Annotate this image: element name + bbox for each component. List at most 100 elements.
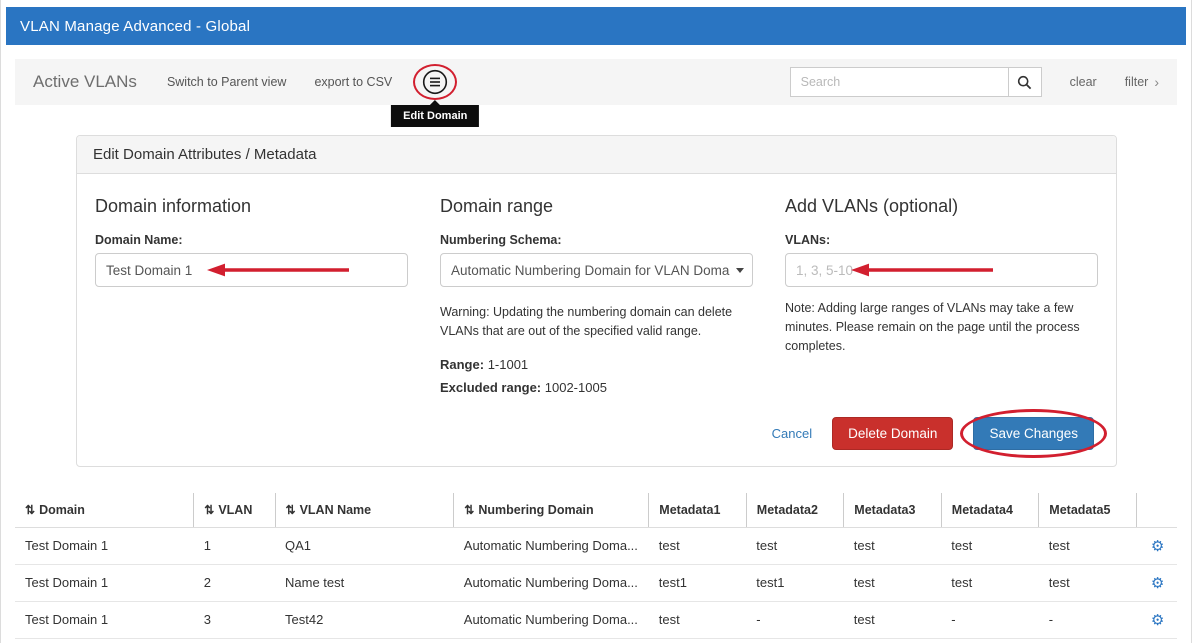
edit-domain-menu-button[interactable] [422,69,448,95]
table-cell: - [941,601,1039,638]
numbering-schema-label: Numbering Schema: [440,233,753,247]
table-cell: - [746,601,844,638]
column-label: Metadata4 [952,503,1013,517]
domain-range-heading: Domain range [440,196,753,217]
table-cell: test [941,564,1039,601]
page-title: VLAN Manage Advanced - Global [20,18,250,35]
gear-icon[interactable]: ⚙ [1151,538,1164,555]
save-changes-button[interactable]: Save Changes [973,417,1094,450]
table-cell: test [1039,564,1137,601]
column-label: VLAN [218,503,252,517]
domain-name-input[interactable] [95,253,408,287]
domain-name-input-wrap [95,253,408,287]
numbering-schema-select[interactable]: Automatic Numbering Domain for VLAN Doma [440,253,753,287]
search-input[interactable] [790,67,1008,97]
export-csv-link[interactable]: export to CSV [314,75,392,89]
domain-information-heading: Domain information [95,196,408,217]
column-label: Metadata5 [1049,503,1110,517]
table-head-row: ⇅Domain⇅VLAN⇅VLAN Name⇅Numbering DomainM… [15,493,1177,528]
panel-actions: Cancel Delete Domain Save Changes [95,417,1098,450]
cancel-link[interactable]: Cancel [772,426,812,441]
table-cell: test1 [746,564,844,601]
panel-title: Edit Domain Attributes / Metadata [77,136,1116,174]
table-cell: Test Domain 1 [15,564,194,601]
range-label: Range: [440,357,484,372]
delete-domain-button[interactable]: Delete Domain [832,417,953,450]
toolbar: Active VLANs Switch to Parent view expor… [15,59,1177,105]
table-cell: 3 [194,601,275,638]
table-cell: test [1039,527,1137,564]
table-cell: test [941,527,1039,564]
gear-icon[interactable]: ⚙ [1151,575,1164,592]
table-cell: test [844,564,942,601]
toolbar-right: clear filter › [790,67,1159,97]
table-cell-actions: ⚙ [1136,601,1177,638]
column-header-metadata4: Metadata4 [941,493,1039,528]
domain-range-section: Domain range Numbering Schema: Automatic… [440,196,753,395]
column-label: Numbering Domain [478,503,593,517]
table-cell-actions: ⚙ [1136,527,1177,564]
table-cell: test [649,527,747,564]
table-cell: Test Domain 1 [15,601,194,638]
edit-domain-tooltip: Edit Domain [391,105,479,127]
clear-link[interactable]: clear [1070,75,1097,89]
active-vlans-title: Active VLANs [33,72,137,92]
column-label: Metadata2 [757,503,818,517]
excluded-range-value: 1002-1005 [545,380,607,395]
table-cell: 2 [194,564,275,601]
table-cell-actions: ⚙ [1136,564,1177,601]
vlans-input-wrap [785,253,1098,287]
add-vlans-heading: Add VLANs (optional) [785,196,1098,217]
column-header-numbering-domain[interactable]: ⇅ Numbering Domain [454,493,649,528]
search-group [790,67,1042,97]
table-cell: Automatic Numbering Doma... [454,564,649,601]
column-header-domain[interactable]: ⇅Domain [15,493,194,528]
column-header-metadata2: Metadata2 [746,493,844,528]
table-cell: Test42 [275,601,454,638]
table-row: Test Domain 13Test42Automatic Numbering … [15,601,1177,638]
tooltip-caret [430,100,440,105]
column-header-actions [1136,493,1177,528]
add-vlans-section: Add VLANs (optional) VLANs: Note: Adding… [785,196,1098,395]
column-header-metadata1: Metadata1 [649,493,747,528]
tooltip-label: Edit Domain [403,110,467,122]
switch-parent-view-link[interactable]: Switch to Parent view [167,75,287,89]
gear-icon[interactable]: ⚙ [1151,612,1164,629]
vlan-table-wrap: ⇅Domain⇅VLAN⇅VLAN Name⇅Numbering DomainM… [15,493,1177,639]
table-cell: 1 [194,527,275,564]
save-button-wrap: Save Changes [973,417,1094,450]
column-header-vlan-name[interactable]: ⇅VLAN Name [275,493,454,528]
column-header-metadata5: Metadata5 [1039,493,1137,528]
table-cell: test [649,601,747,638]
edit-domain-panel: Edit Domain Attributes / Metadata Domain… [76,135,1117,467]
numbering-warning-text: Warning: Updating the numbering domain c… [440,303,753,341]
table-cell: Name test [275,564,454,601]
numbering-schema-value: Automatic Numbering Domain for VLAN Doma [451,263,730,278]
app-header: VLAN Manage Advanced - Global [6,7,1186,45]
excluded-range-line: Excluded range: 1002-1005 [440,380,753,395]
edit-domain-menu: Edit Domain [422,69,448,95]
caret-down-icon [736,268,744,273]
search-button[interactable] [1008,67,1042,97]
panel-body: Domain information Domain Name: Domain r… [77,174,1116,466]
filter-link[interactable]: filter › [1125,75,1159,89]
hamburger-menu-icon [422,69,448,95]
table-cell: test1 [649,564,747,601]
vlans-label: VLANs: [785,233,1098,247]
table-cell: Test Domain 1 [15,527,194,564]
filter-label: filter [1125,75,1149,89]
column-header-vlan[interactable]: ⇅VLAN [194,493,275,528]
vlans-input[interactable] [785,253,1098,287]
table-cell: test [844,527,942,564]
table-row: Test Domain 12Name testAutomatic Numberi… [15,564,1177,601]
sort-icon: ⇅ [464,503,474,517]
page: VLAN Manage Advanced - Global Active VLA… [0,0,1192,643]
column-label: VLAN Name [300,503,372,517]
panel-columns: Domain information Domain Name: Domain r… [95,196,1098,395]
table-cell: - [1039,601,1137,638]
add-vlans-note: Note: Adding large ranges of VLANs may t… [785,299,1098,355]
table-cell: test [746,527,844,564]
table-cell: QA1 [275,527,454,564]
sort-icon: ⇅ [25,503,35,517]
chevron-right-icon: › [1154,75,1159,89]
